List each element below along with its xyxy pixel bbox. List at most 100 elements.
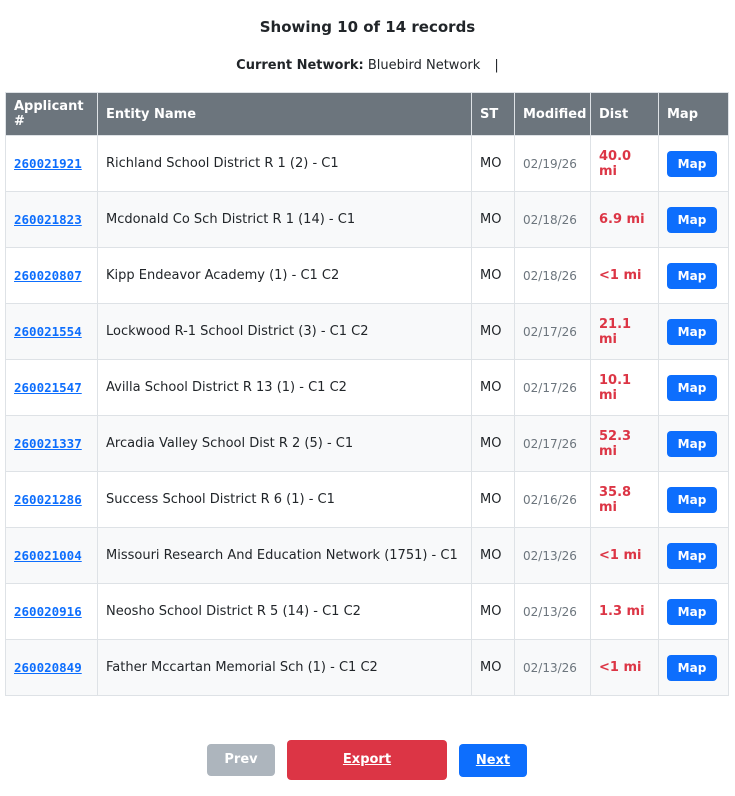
table-row: 260020916 Neosho School District R 5 (14…	[5, 583, 729, 640]
map-cell: Map	[658, 247, 729, 304]
table-row: 260021921 Richland School District R 1 (…	[5, 135, 729, 192]
network-value: Bluebird Network	[367, 58, 481, 73]
map-button[interactable]: Map	[667, 430, 717, 457]
distance-cell: 40.0 mi	[590, 135, 659, 192]
applicant-cell: 260021004	[5, 527, 98, 584]
applicant-link[interactable]: 260021547	[14, 380, 82, 395]
map-cell: Map	[658, 415, 729, 472]
modified-cell: 02/13/26	[514, 639, 591, 696]
applicant-link[interactable]: 260021823	[14, 212, 82, 227]
applicant-link[interactable]: 260021004	[14, 548, 82, 563]
state-cell: MO	[471, 583, 515, 640]
distance-cell: <1 mi	[590, 247, 659, 304]
applicant-cell: 260021554	[5, 303, 98, 360]
table-row: 260021823 Mcdonald Co Sch District R 1 (…	[5, 191, 729, 248]
table-row: 260020849 Father Mccartan Memorial Sch (…	[5, 639, 729, 696]
records-table: Applicant # Entity Name ST Modified Dist…	[5, 92, 729, 696]
distance-cell: <1 mi	[590, 527, 659, 584]
entity-name-cell: Kipp Endeavor Academy (1) - C1 C2	[97, 247, 472, 304]
current-network: Current Network: Bluebird Network |	[0, 57, 735, 75]
records-summary: Showing 10 of 14 records	[259, 18, 476, 36]
applicant-link[interactable]: 260021554	[14, 324, 82, 339]
modified-cell: 02/16/26	[514, 471, 591, 528]
table-row: 260021554 Lockwood R-1 School District (…	[5, 303, 729, 360]
applicant-cell: 260020849	[5, 639, 98, 696]
entity-name-cell: Father Mccartan Memorial Sch (1) - C1 C2	[97, 639, 472, 696]
table-row: 260021337 Arcadia Valley School Dist R 2…	[5, 415, 729, 472]
distance-cell: 21.1 mi	[590, 303, 659, 360]
modified-cell: 02/17/26	[514, 415, 591, 472]
state-cell: MO	[471, 135, 515, 192]
modified-cell: 02/19/26	[514, 135, 591, 192]
distance-cell: 1.3 mi	[590, 583, 659, 640]
applicant-cell: 260021921	[5, 135, 98, 192]
map-cell: Map	[658, 471, 729, 528]
applicant-link[interactable]: 260021286	[14, 492, 82, 507]
modified-cell: 02/17/26	[514, 303, 591, 360]
state-cell: MO	[471, 415, 515, 472]
state-cell: MO	[471, 247, 515, 304]
map-button[interactable]: Map	[667, 374, 717, 401]
network-separator: |	[494, 58, 499, 73]
applicant-cell: 260021337	[5, 415, 98, 472]
map-button[interactable]: Map	[667, 206, 717, 233]
map-cell: Map	[658, 135, 729, 192]
map-cell: Map	[658, 527, 729, 584]
distance-cell: <1 mi	[590, 639, 659, 696]
applicant-link[interactable]: 260021337	[14, 436, 82, 451]
applicant-link[interactable]: 260020916	[14, 604, 82, 619]
modified-cell: 02/13/26	[514, 583, 591, 640]
column-header-entity-name[interactable]: Entity Name	[97, 92, 472, 136]
distance-cell: 6.9 mi	[590, 191, 659, 248]
applicant-cell: 260020916	[5, 583, 98, 640]
column-header-dist[interactable]: Dist	[590, 92, 659, 136]
map-cell: Map	[658, 583, 729, 640]
applicant-link[interactable]: 260020849	[14, 660, 82, 675]
state-cell: MO	[471, 191, 515, 248]
network-label: Current Network:	[236, 58, 364, 73]
map-button[interactable]: Map	[667, 486, 717, 513]
modified-cell: 02/18/26	[514, 247, 591, 304]
entity-name-cell: Missouri Research And Education Network …	[97, 527, 472, 584]
state-cell: MO	[471, 527, 515, 584]
map-button[interactable]: Map	[667, 654, 717, 681]
modified-cell: 02/13/26	[514, 527, 591, 584]
entity-name-cell: Arcadia Valley School Dist R 2 (5) - C1	[97, 415, 472, 472]
column-header-applicant[interactable]: Applicant #	[5, 92, 98, 136]
applicant-link[interactable]: 260020807	[14, 268, 82, 283]
map-button[interactable]: Map	[667, 150, 717, 177]
next-button[interactable]: Next	[459, 744, 527, 777]
entity-name-cell: Success School District R 6 (1) - C1	[97, 471, 472, 528]
prev-button[interactable]: Prev	[207, 744, 275, 776]
column-header-map: Map	[658, 92, 729, 136]
distance-cell: 52.3 mi	[590, 415, 659, 472]
column-header-state[interactable]: ST	[471, 92, 515, 136]
map-button[interactable]: Map	[667, 598, 717, 625]
state-cell: MO	[471, 471, 515, 528]
state-cell: MO	[471, 639, 515, 696]
distance-cell: 35.8 mi	[590, 471, 659, 528]
map-button[interactable]: Map	[667, 262, 717, 289]
table-row: 260020807 Kipp Endeavor Academy (1) - C1…	[5, 247, 729, 304]
applicant-cell: 260020807	[5, 247, 98, 304]
table-row: 260021004 Missouri Research And Educatio…	[5, 527, 729, 584]
applicant-link[interactable]: 260021921	[14, 156, 82, 171]
map-button[interactable]: Map	[667, 318, 717, 345]
entity-name-cell: Avilla School District R 13 (1) - C1 C2	[97, 359, 472, 416]
export-button[interactable]: Export	[287, 740, 447, 780]
entity-name-cell: Lockwood R-1 School District (3) - C1 C2	[97, 303, 472, 360]
applicant-cell: 260021286	[5, 471, 98, 528]
map-cell: Map	[658, 359, 729, 416]
pagination-controls: Prev Export Next	[0, 740, 735, 780]
map-cell: Map	[658, 639, 729, 696]
modified-cell: 02/18/26	[514, 191, 591, 248]
modified-cell: 02/17/26	[514, 359, 591, 416]
table-row: 260021286 Success School District R 6 (1…	[5, 471, 729, 528]
state-cell: MO	[471, 303, 515, 360]
column-header-modified[interactable]: Modified	[514, 92, 591, 136]
map-cell: Map	[658, 191, 729, 248]
map-button[interactable]: Map	[667, 542, 717, 569]
table-row: 260021547 Avilla School District R 13 (1…	[5, 359, 729, 416]
distance-cell: 10.1 mi	[590, 359, 659, 416]
applicant-cell: 260021823	[5, 191, 98, 248]
